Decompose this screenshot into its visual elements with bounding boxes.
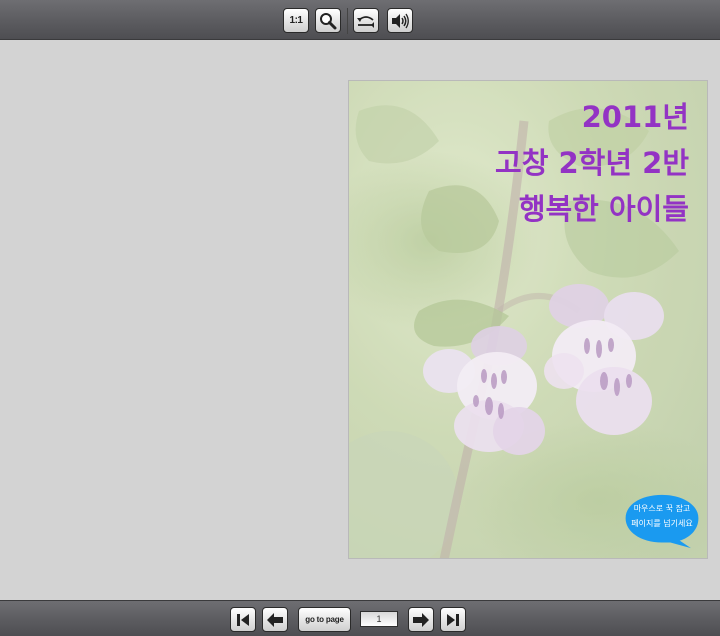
book-page[interactable]: 2011년 고창 2학년 2반 행복한 아이들 마우스로 꾹 잡고 페이지를 넘… [348, 80, 708, 559]
toolbar-separator [347, 8, 348, 34]
page-title-class: 고창 2학년 2반 [495, 146, 689, 180]
last-page-button[interactable] [440, 607, 466, 632]
zoom-icon [320, 12, 337, 29]
previous-page-button[interactable] [262, 607, 288, 632]
go-to-page-label: go to page [305, 615, 344, 624]
last-page-icon [447, 613, 459, 626]
flip-mode-button[interactable] [353, 8, 379, 33]
zoom-button[interactable] [315, 8, 341, 33]
hint-line-1: 마우스로 꾹 잡고 [633, 504, 691, 513]
sound-icon [392, 13, 409, 28]
previous-page-icon [267, 612, 283, 627]
page-title-year: 2011년 [581, 100, 689, 134]
top-toolbar: 1:1 [0, 0, 720, 40]
actual-size-icon: 1:1 [289, 15, 303, 26]
next-page-button[interactable] [408, 607, 434, 632]
first-page-button[interactable] [230, 607, 256, 632]
flip-mode-icon [357, 15, 374, 28]
page-title-main: 행복한 아이들 [518, 192, 689, 226]
actual-size-button[interactable]: 1:1 [283, 8, 309, 33]
next-page-icon [413, 612, 429, 627]
first-page-icon [237, 613, 249, 626]
page-turn-hint: 마우스로 꾹 잡고 페이지를 넘기세요 [621, 501, 703, 531]
page-number-input[interactable]: 1 [360, 611, 398, 627]
hint-line-2: 페이지를 넘기세요 [631, 519, 693, 528]
sound-button[interactable] [387, 8, 413, 33]
go-to-page-button[interactable]: go to page [298, 607, 351, 632]
